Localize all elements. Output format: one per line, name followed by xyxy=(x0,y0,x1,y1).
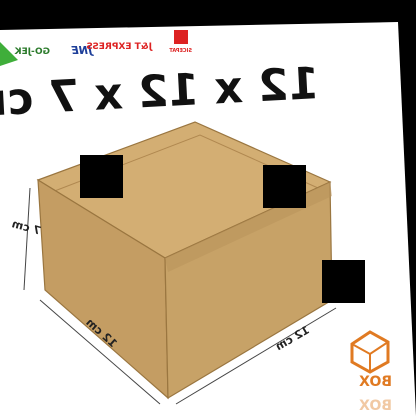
jnt-logo: J&T EXPRESS xyxy=(86,42,153,52)
redaction-block-3 xyxy=(322,260,365,303)
photo-canvas: GO-JEK JNE J&T EXPRESS SICEPAT 12 x 12 x… xyxy=(0,22,416,416)
gojek-logo: GO-JEK xyxy=(14,47,50,57)
brand-sub: BOX xyxy=(359,398,392,414)
redaction-block-2 xyxy=(263,165,306,208)
brand-name: BOX xyxy=(359,374,392,390)
sicepat-logo: SICEPAT xyxy=(169,48,192,54)
sicepat-icon xyxy=(174,30,188,44)
redaction-block-1 xyxy=(80,155,123,198)
photo-card: GO-JEK JNE J&T EXPRESS SICEPAT 12 x 12 x… xyxy=(0,22,416,416)
product-photo: GO-JEK JNE J&T EXPRESS SICEPAT 12 x 12 x… xyxy=(0,0,416,416)
